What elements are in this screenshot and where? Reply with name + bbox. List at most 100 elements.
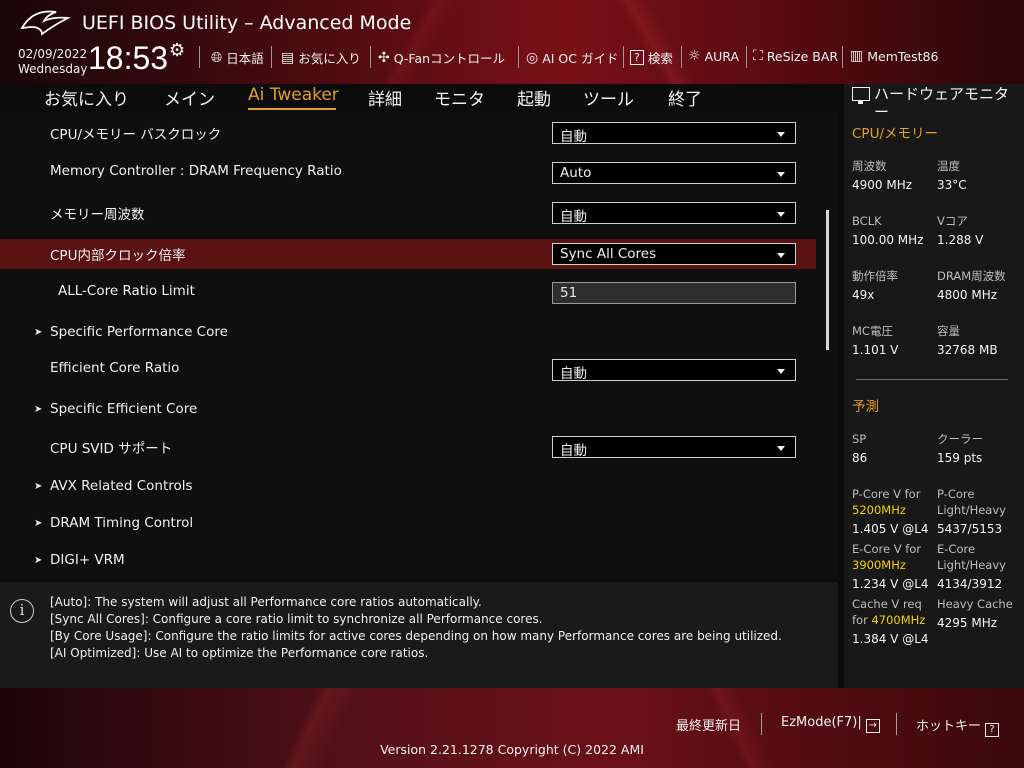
setting-row-cpu-core-ratio[interactable]: CPU内部クロック倍率 Sync All Cores: [0, 239, 816, 269]
setting-row-memory-frequency[interactable]: メモリー周波数 自動: [0, 200, 816, 230]
submenu-specific-efficient-core[interactable]: ➤ Specific Efficient Core: [0, 398, 816, 428]
toolbar-separator: [623, 46, 624, 68]
ai-oc-guide-button[interactable]: ◎ AI OC ガイド: [526, 48, 618, 67]
heavy-cache-value: 4295 MHz: [937, 616, 998, 630]
chevron-right-icon: ➤: [34, 481, 43, 492]
qfan-button[interactable]: ✣ Q-Fanコントロール: [378, 48, 505, 67]
cache-v-label: Cache V req for 4700MHz: [852, 597, 926, 627]
caret-down-icon: [777, 369, 785, 374]
tab-monitor[interactable]: モニタ: [434, 85, 485, 110]
cpu-core-ratio-dropdown[interactable]: Sync All Cores: [552, 243, 796, 265]
caret-down-icon: [777, 446, 785, 451]
hotkeys-button[interactable]: ホットキー?: [916, 715, 1000, 737]
setting-label: CPU SVID サポート: [50, 441, 173, 457]
submenu-dram-timing-control[interactable]: ➤ DRAM Timing Control: [0, 512, 816, 542]
tab-exit[interactable]: 終了: [668, 85, 702, 110]
pcore-lh-value: 5437/5153: [937, 522, 1003, 536]
tab-main[interactable]: メイン: [164, 85, 215, 110]
ecore-lh-value: 4134/3912: [937, 577, 1003, 591]
frequency-value: 4900 MHz: [852, 178, 913, 192]
dram-frequency-value: 4800 MHz: [937, 288, 998, 302]
caret-down-icon: [777, 132, 785, 137]
setting-label: DRAM Timing Control: [50, 515, 194, 531]
frequency-label: 周波数: [852, 159, 887, 173]
ezmode-button[interactable]: EzMode(F7)| →: [781, 715, 880, 733]
tab-boot[interactable]: 起動: [517, 85, 551, 110]
fan-icon: ✣: [378, 49, 390, 66]
toolbar-separator: [842, 46, 843, 68]
chevron-right-icon: ➤: [34, 555, 43, 566]
pcore-v-freq: 5200MHz: [852, 503, 906, 517]
last-modified-button[interactable]: 最終更新日: [676, 715, 741, 734]
memtest-button[interactable]: ▥ MemTest86: [850, 48, 938, 64]
dram-ratio-dropdown[interactable]: Auto: [552, 162, 796, 184]
globe-icon: 🌐︎: [211, 49, 223, 66]
efficient-core-ratio-dropdown[interactable]: 自動: [552, 359, 796, 382]
monitor-divider: [856, 379, 1008, 380]
ecore-v-freq: 3900MHz: [852, 558, 906, 572]
toolbar-separator: [746, 46, 747, 68]
language-button[interactable]: 🌐︎ 日本語: [211, 48, 264, 67]
submenu-avx-related-controls[interactable]: ➤ AVX Related Controls: [0, 475, 816, 505]
setting-row-all-core-ratio-limit[interactable]: ALL-Core Ratio Limit 51: [0, 280, 816, 310]
footer-separator: [761, 713, 762, 735]
rog-logo-icon: [20, 10, 70, 36]
tab-ai-tweaker[interactable]: Ai Tweaker: [248, 85, 339, 105]
cpu-memory-section-title: CPU/メモリー: [852, 126, 938, 142]
bclk-label: BCLK: [852, 214, 882, 228]
cpu-svid-dropdown[interactable]: 自動: [552, 436, 796, 459]
toolbar-separator: [518, 46, 519, 68]
date-text: 02/09/2022: [18, 47, 88, 61]
tab-advanced[interactable]: 詳細: [368, 85, 402, 110]
setting-label: AVX Related Controls: [50, 478, 193, 494]
mc-voltage-value: 1.101 V: [852, 343, 899, 357]
favorites-button[interactable]: ▤ お気に入り: [281, 48, 361, 67]
caret-down-icon: [777, 172, 785, 177]
help-line: [By Core Usage]: Configure the ratio lim…: [50, 629, 782, 643]
aura-icon: ☼: [688, 48, 701, 64]
caret-down-icon: [777, 253, 785, 258]
memory-frequency-dropdown[interactable]: 自動: [552, 202, 796, 225]
heavy-cache-label: Heavy Cache: [937, 597, 1013, 611]
ai-oc-icon: ◎: [526, 49, 539, 66]
setting-row-bclk[interactable]: CPU/メモリー バスクロック 自動: [0, 120, 816, 150]
capacity-label: 容量: [937, 324, 960, 338]
gear-icon[interactable]: ⚙: [169, 40, 185, 61]
toolbar-separator: [370, 46, 371, 68]
temperature-value: 33°C: [937, 178, 967, 192]
temperature-label: 温度: [937, 159, 960, 173]
weekday-text: Wednesday: [18, 62, 88, 76]
clock-display: 18:53: [88, 40, 169, 76]
all-core-ratio-input[interactable]: 51: [552, 282, 796, 304]
favorites-icon: ▤: [281, 49, 295, 66]
help-line: [AI Optimized]: Use AI to optimize the P…: [50, 646, 429, 660]
memtest-icon: ▥: [850, 48, 864, 64]
settings-scrollbar[interactable]: [826, 210, 829, 350]
submenu-specific-performance-core[interactable]: ➤ Specific Performance Core: [0, 321, 816, 351]
monitor-title: ハードウェアモニター: [874, 85, 1010, 121]
toolbar-separator: [199, 46, 200, 68]
setting-row-cpu-svid[interactable]: CPU SVID サポート 自動: [0, 434, 816, 464]
mc-voltage-label: MC電圧: [852, 324, 893, 338]
setting-label: メモリー周波数: [50, 207, 145, 223]
help-line: [Sync All Cores]: Configure a core ratio…: [50, 612, 543, 626]
bclk-dropdown[interactable]: 自動: [552, 122, 796, 145]
aura-button[interactable]: ☼ AURA: [688, 48, 739, 64]
app-title: UEFI BIOS Utility – Advanced Mode: [82, 12, 412, 34]
sp-label: SP: [852, 432, 867, 446]
help-line: [Auto]: The system will adjust all Perfo…: [50, 595, 482, 609]
tab-favorites[interactable]: お気に入り: [44, 85, 129, 110]
caret-down-icon: [777, 212, 785, 217]
tab-tool[interactable]: ツール: [583, 85, 634, 110]
search-button[interactable]: ? 検索: [630, 48, 673, 67]
exit-arrow-icon: →: [865, 719, 880, 733]
submenu-digi-vrm[interactable]: ➤ DIGI+ VRM: [0, 549, 816, 579]
setting-row-dram-ratio[interactable]: Memory Controller : DRAM Frequency Ratio…: [0, 160, 816, 190]
active-tab-underline: [248, 108, 336, 110]
setting-label: ALL-Core Ratio Limit: [58, 283, 195, 299]
date-display: 02/09/2022 Wednesday: [18, 47, 87, 77]
vcore-label: Vコア: [937, 214, 968, 228]
resize-bar-button[interactable]: ⛶ ReSize BAR: [753, 48, 838, 64]
setting-row-efficient-core-ratio[interactable]: Efficient Core Ratio 自動: [0, 357, 816, 387]
dram-frequency-label: DRAM周波数: [937, 269, 1006, 283]
